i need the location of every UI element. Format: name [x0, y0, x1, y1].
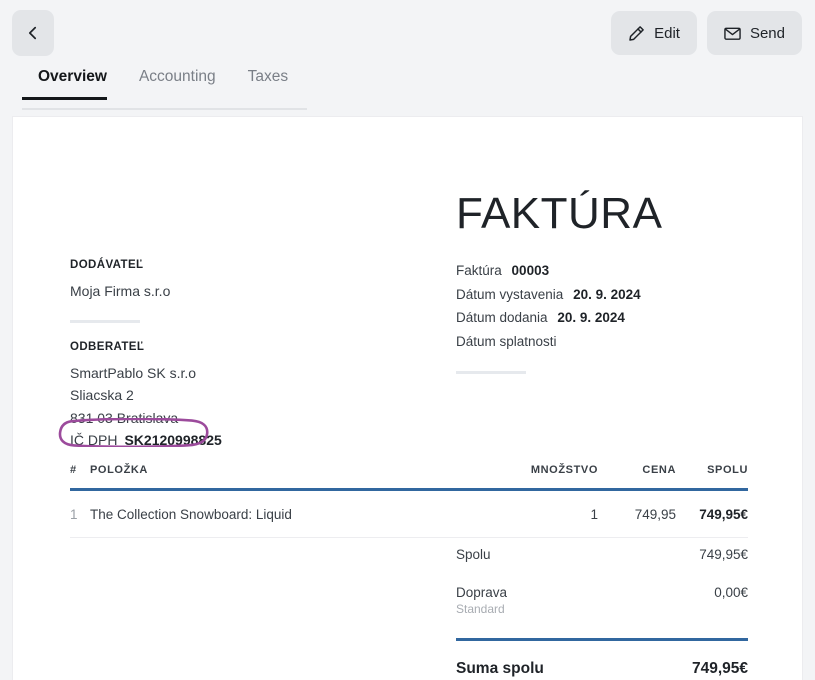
tab-bar: Overview Accounting Taxes: [0, 66, 815, 110]
meta-label-due-date: Dátum splatnosti: [456, 333, 557, 349]
meta-row-issue-date: Dátum vystavenia 20. 9. 2024: [456, 283, 756, 307]
toolbar: Edit Send: [0, 0, 815, 66]
tab-accounting[interactable]: Accounting: [123, 66, 232, 100]
header-price: CENA: [642, 464, 676, 476]
tab-overview[interactable]: Overview: [22, 66, 123, 100]
shipping-label-group: Doprava Standard: [456, 585, 507, 616]
row-item-name: The Collection Snowboard: Liquid: [90, 489, 506, 538]
tab-accounting-label: Accounting: [138, 68, 216, 85]
meta-label-issue-date: Dátum vystavenia: [456, 286, 564, 302]
shipping-note: Standard: [456, 602, 505, 616]
edit-button[interactable]: Edit: [611, 11, 697, 55]
totals-row-subtotal: Spolu 749,95€: [456, 547, 748, 564]
meta-divider: [456, 371, 526, 374]
supplier-block: DODÁVATEĽ Moja Firma s.r.o: [70, 259, 390, 303]
tab-taxes[interactable]: Taxes: [232, 66, 305, 100]
edit-button-label: Edit: [654, 24, 680, 42]
tab-bar-rail: [22, 108, 307, 110]
table-row: 1 The Collection Snowboard: Liquid 1 749…: [70, 489, 748, 538]
meta-value-issue-date: 20. 9. 2024: [573, 286, 641, 302]
row-qty: 1: [506, 489, 598, 538]
header-item: POLOŽKA: [90, 464, 148, 476]
customer-vat-value: SK2120998825: [124, 432, 222, 448]
back-button[interactable]: [12, 10, 54, 56]
pencil-icon: [628, 25, 645, 42]
invoice-meta-block: Faktúra 00003 Dátum vystavenia 20. 9. 20…: [456, 259, 756, 374]
meta-value-delivery-date: 20. 9. 2024: [557, 310, 625, 325]
customer-block: ODBERATEĽ SmartPablo SK s.r.o Sliacska 2…: [58, 340, 390, 452]
supplier-label: DODÁVATEĽ: [70, 259, 144, 271]
line-items-table: # POLOŽKA MNOŽSTVO CENA SPOLU 1 The Coll…: [70, 464, 748, 538]
shipping-label: Doprava: [456, 585, 508, 600]
header-total: SPOLU: [707, 464, 748, 476]
invoice-title: FAKTÚRA: [456, 189, 663, 238]
grand-total-value: 749,95€: [691, 660, 748, 677]
parties-divider: [70, 319, 140, 323]
subtotal-label: Spolu: [456, 547, 491, 562]
line-items-header-row: # POLOŽKA MNOŽSTVO CENA SPOLU: [70, 464, 748, 490]
meta-value-number: 00003: [511, 263, 550, 278]
meta-row-number: Faktúra 00003: [456, 259, 756, 283]
customer-vat-label: IČ DPH: [70, 432, 118, 448]
totals-row-shipping: Doprava Standard 0,00€: [456, 585, 748, 618]
customer-label: ODBERATEĽ: [70, 340, 145, 353]
invoice-preview-card: FAKTÚRA DODÁVATEĽ Moja Firma s.r.o ODBER…: [12, 116, 803, 680]
supplier-name: Moja Firma s.r.o: [70, 283, 171, 299]
meta-row-due-date: Dátum splatnosti: [456, 330, 756, 354]
customer-street: Sliacska 2: [70, 387, 134, 403]
customer-city: 831 03 Bratislava: [70, 409, 179, 426]
row-total: 749,95€: [676, 489, 748, 538]
grand-total-label: Suma spolu: [456, 660, 544, 677]
shipping-value: 0,00€: [714, 585, 748, 600]
envelope-icon: [724, 26, 741, 41]
customer-vat-row: IČ DPH SK2120998825: [58, 418, 222, 452]
header-num: #: [70, 464, 77, 476]
send-button[interactable]: Send: [706, 11, 802, 55]
subtotal-value: 749,95€: [699, 547, 748, 562]
action-button-group: Edit Send: [611, 11, 802, 55]
tab-taxes-label: Taxes: [247, 68, 289, 85]
row-price: 749,95: [598, 489, 676, 538]
customer-name: SmartPablo SK s.r.o: [70, 364, 197, 381]
totals-block: Spolu 749,95€ Doprava Standard 0,00€ Sum…: [456, 547, 748, 678]
meta-label-delivery-date: Dátum dodania: [456, 310, 548, 325]
tab-overview-label: Overview: [38, 68, 107, 85]
row-num: 1: [70, 489, 90, 538]
header-qty: MNOŽSTVO: [530, 464, 598, 476]
grand-total-row: Suma spolu 749,95€: [456, 660, 748, 678]
send-button-label: Send: [749, 24, 785, 42]
totals-divider: [456, 638, 748, 641]
meta-row-delivery-date: Dátum dodania 20. 9. 2024: [456, 306, 756, 330]
chevron-left-icon: [25, 25, 41, 41]
meta-label-number: Faktúra: [456, 263, 502, 278]
parties-block: DODÁVATEĽ Moja Firma s.r.o ODBERATEĽ Sma…: [58, 259, 390, 452]
